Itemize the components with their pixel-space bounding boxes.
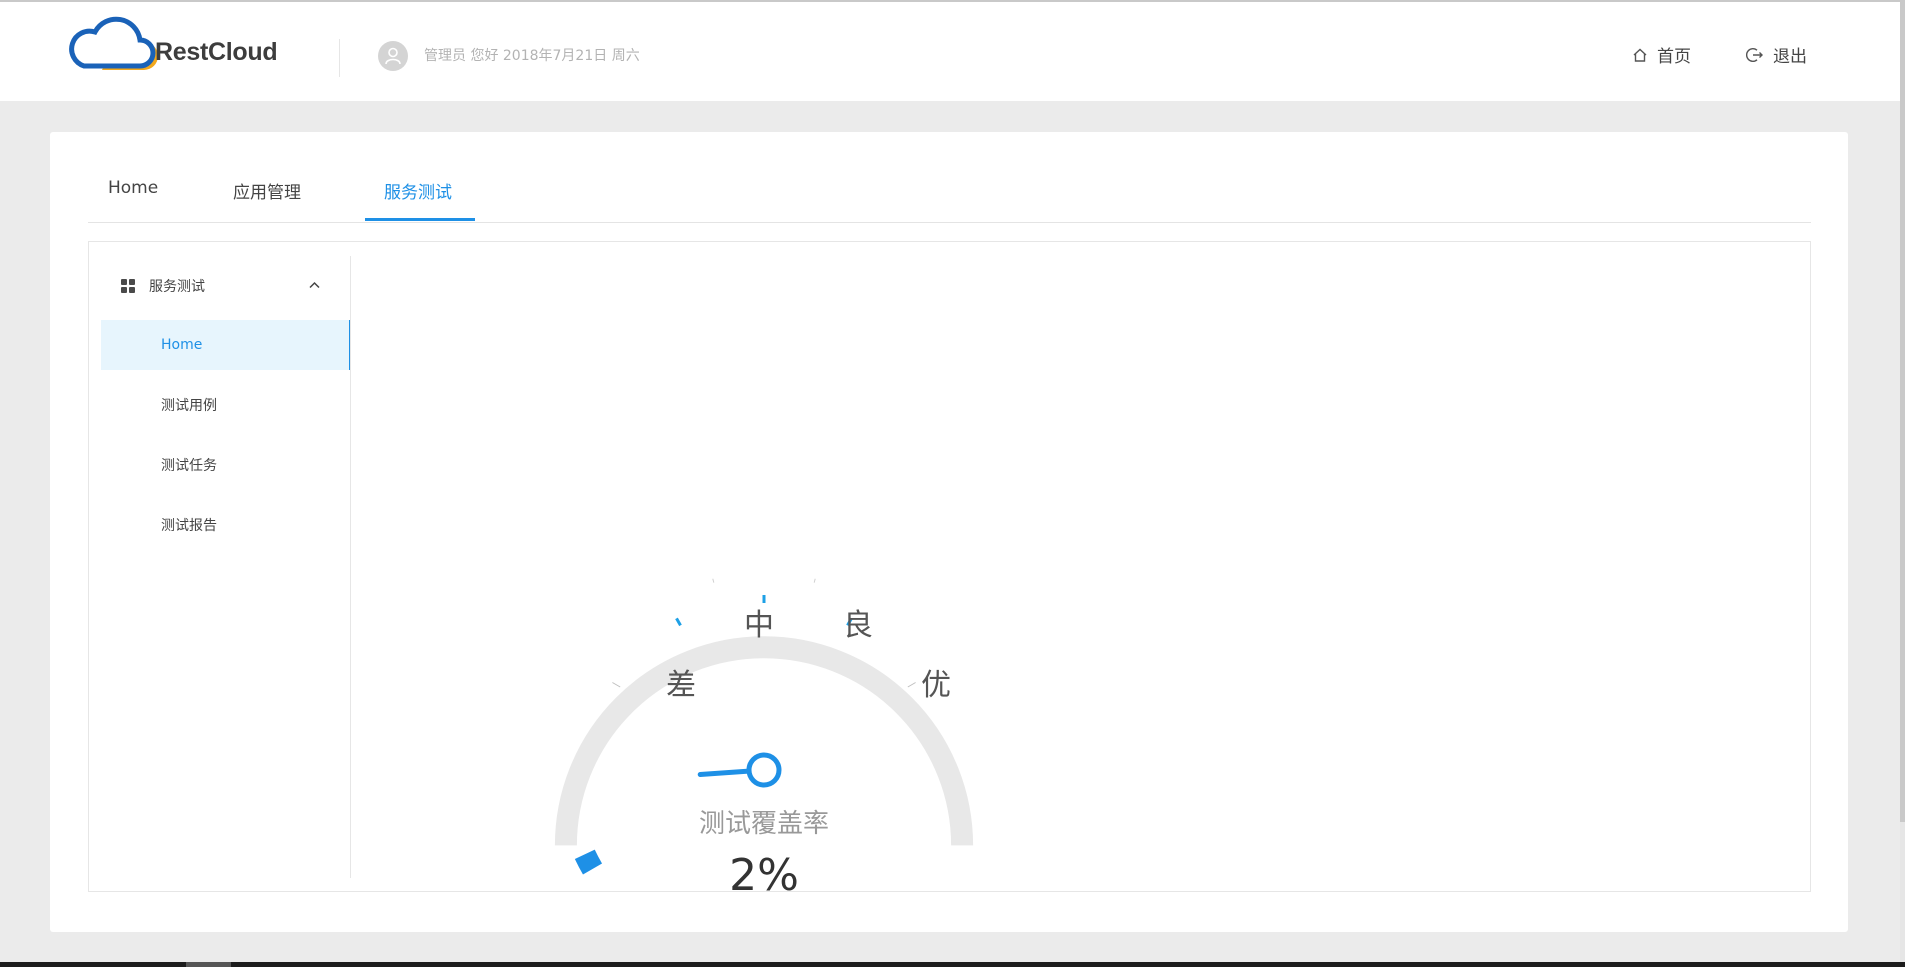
user-icon	[385, 47, 401, 65]
tab-home[interactable]: Home	[108, 178, 158, 198]
tab-app-management[interactable]: 应用管理	[233, 178, 301, 203]
sidebar-item-home[interactable]: Home	[101, 320, 351, 370]
gauge-minor-tick-0	[712, 578, 715, 583]
coverage-gauge: 差 中 良 优 测试覆盖率 2%	[554, 578, 974, 901]
sidebar-item-label: Home	[161, 337, 203, 353]
gauge-progress-arc	[574, 849, 603, 875]
tab-bar: Home 应用管理 服务测试	[88, 132, 1811, 223]
sidebar-item-label: 测试任务	[161, 458, 217, 474]
gauge-needle-hub	[746, 752, 782, 788]
chevron-up-icon	[309, 281, 320, 289]
sidebar-divider	[350, 256, 351, 878]
gauge-value-text: 2%	[729, 850, 799, 901]
sidebar-item-label: 测试报告	[161, 518, 217, 534]
avatar[interactable]	[378, 41, 408, 71]
gauge-title: 测试覆盖率	[699, 809, 829, 839]
vertical-scrollbar[interactable]	[1900, 2, 1905, 962]
content-panel: 服务测试 Home 测试用例 测试任务 测试报告 差 中 良 优 测试覆盖率 2…	[88, 241, 1811, 901]
greeting-text: 管理员 您好 2018年7月21日 周六	[424, 48, 640, 64]
active-tab-indicator	[365, 218, 475, 221]
sidebar-item-label: 测试用例	[161, 398, 217, 414]
logout-icon	[1746, 47, 1764, 63]
grade-excellent-label: 优	[921, 668, 951, 703]
sidebar-item-test-reports[interactable]: 测试报告	[101, 500, 351, 550]
home-link-label: 首页	[1657, 47, 1691, 67]
header-divider	[339, 39, 340, 77]
gauge-tick-4	[907, 682, 916, 688]
logo-text: RestCloud	[155, 38, 278, 66]
grade-fair-label: 中	[744, 608, 774, 643]
top-header: RestCloud 管理员 您好 2018年7月21日 周六 首页 退出	[0, 2, 1905, 101]
sidebar-item-test-cases[interactable]: 测试用例	[101, 380, 351, 430]
logout-link-label: 退出	[1773, 47, 1807, 67]
horizontal-scrollbar[interactable]	[0, 962, 1905, 967]
horizontal-scrollbar-thumb[interactable]	[186, 962, 231, 967]
grade-good-label: 良	[843, 608, 873, 643]
home-link[interactable]: 首页	[1632, 42, 1691, 67]
gauge-minor-tick-1	[813, 578, 816, 583]
gauge-tick-0	[612, 682, 621, 688]
vertical-scrollbar-thumb[interactable]	[1900, 2, 1905, 822]
sidebar-item-test-tasks[interactable]: 测试任务	[101, 440, 351, 490]
gauge-tick-1	[675, 617, 682, 627]
logout-link[interactable]: 退出	[1746, 42, 1807, 67]
home-icon	[1632, 47, 1648, 63]
tab-service-test[interactable]: 服务测试	[384, 178, 452, 203]
sidebar-group-label: 服务测试	[149, 279, 205, 295]
main-card: Home 应用管理 服务测试 服务测试 Home 测试用例 测试任务 测试报告 …	[50, 132, 1848, 932]
grade-poor-label: 差	[666, 668, 696, 703]
apps-grid-icon	[121, 279, 135, 293]
sidebar-group-service-test[interactable]: 服务测试	[120, 270, 350, 302]
